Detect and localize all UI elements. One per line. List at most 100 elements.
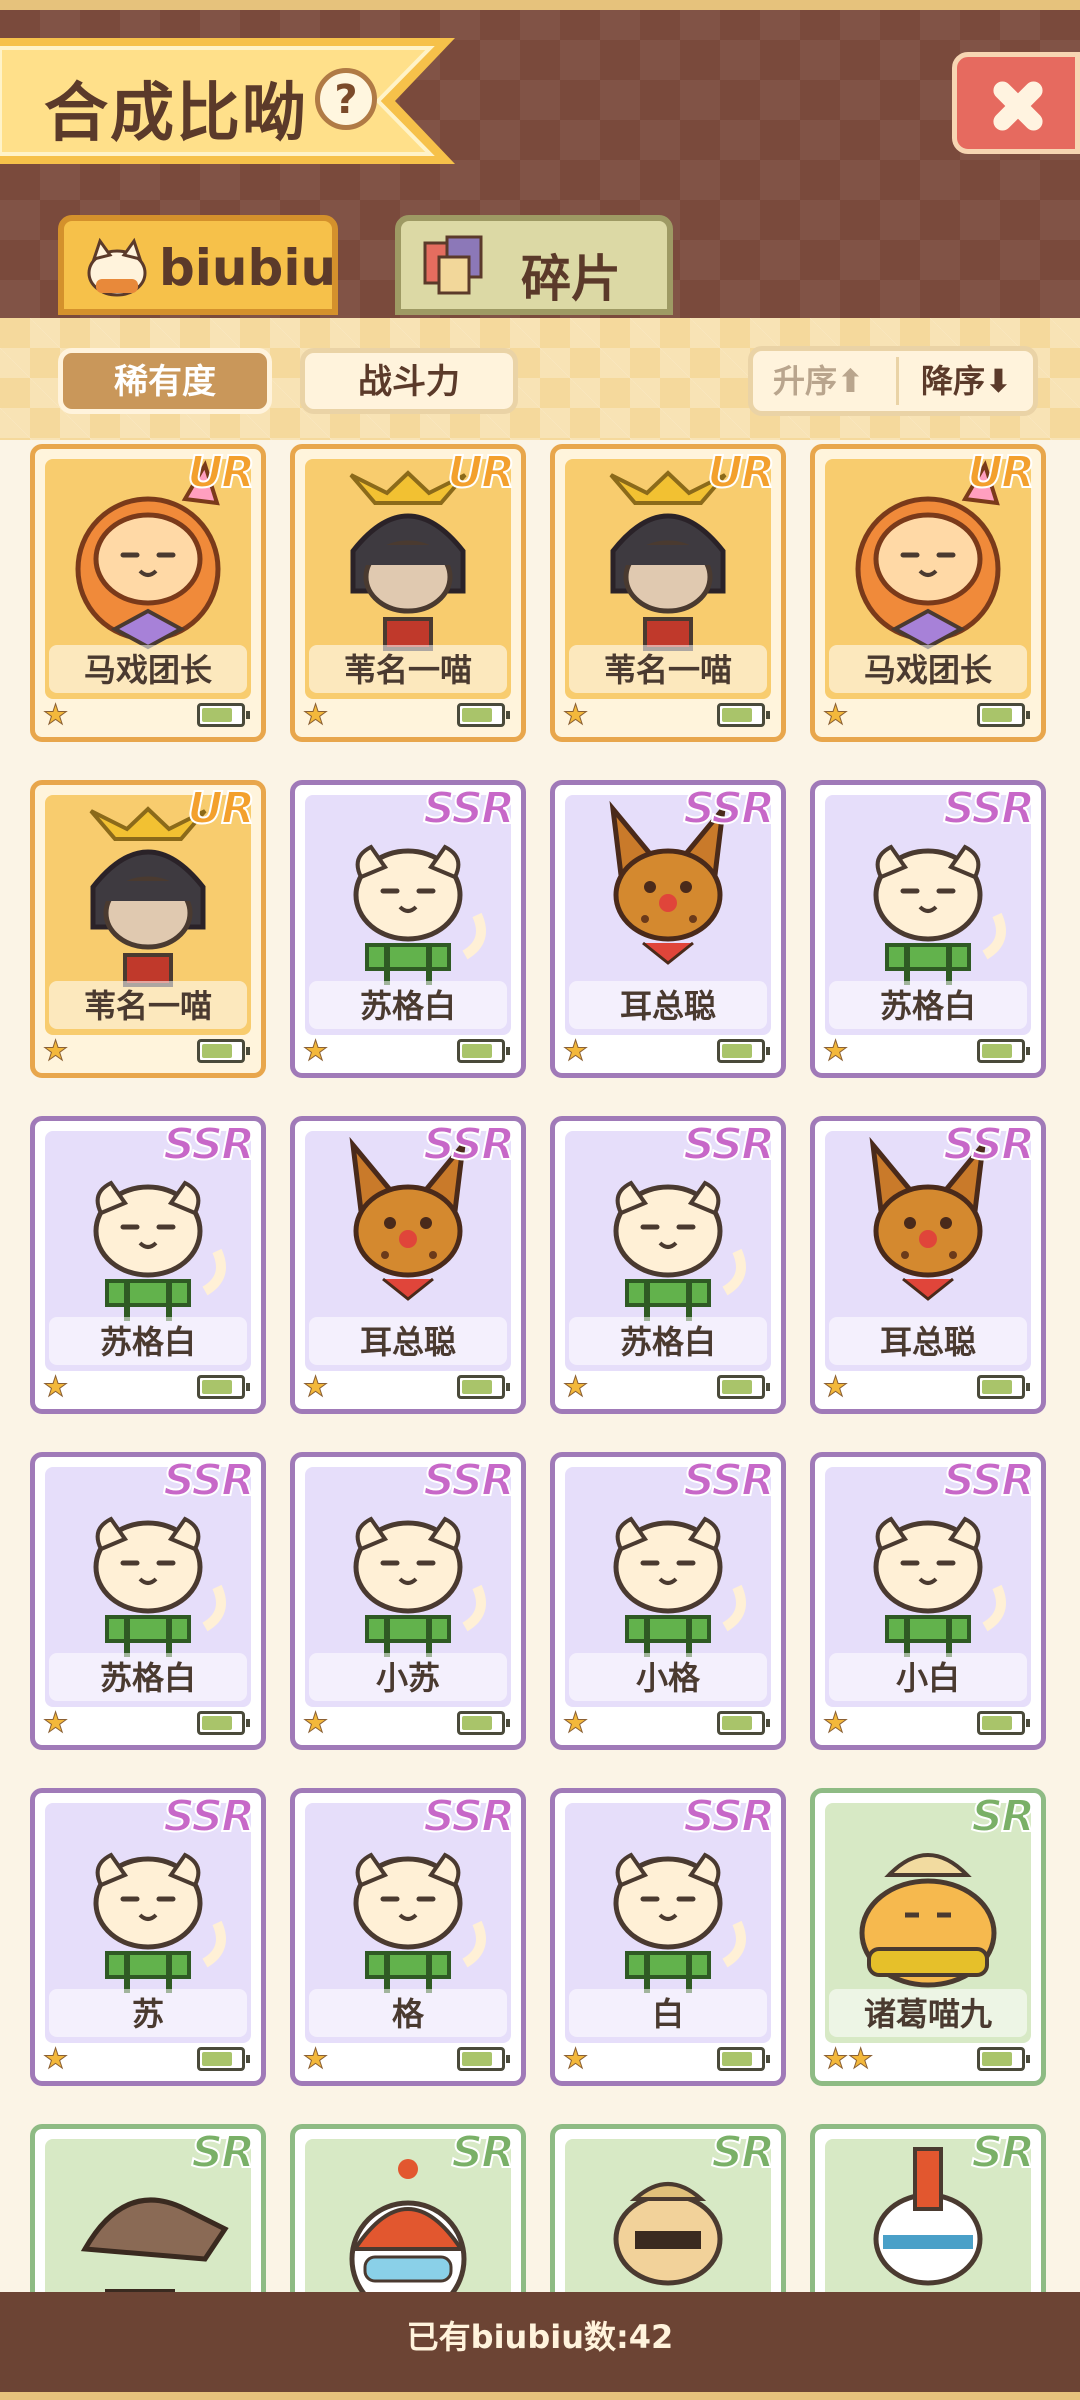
rarity-badge: UR xyxy=(186,446,256,499)
character-card[interactable]: SSR 苏格白 ★ xyxy=(290,780,526,1078)
character-name: 小苏 xyxy=(375,1659,440,1697)
character-name: 苇名一喵 xyxy=(603,651,732,689)
character-card[interactable]: SSR 耳总聪 ★ xyxy=(550,780,786,1078)
star-icon: ★ xyxy=(302,1034,329,1068)
rarity-badge: SR xyxy=(970,2126,1036,2179)
header-trim xyxy=(0,0,1080,10)
character-name: 小格 xyxy=(635,1659,700,1697)
biubiu-count: 已有biubiu数:42 xyxy=(406,2318,674,2356)
battery-icon xyxy=(717,1711,770,1735)
battery-icon xyxy=(977,1039,1030,1063)
sort-rarity-button[interactable]: 稀有度 xyxy=(58,348,272,414)
character-card[interactable]: SSR 小苏 ★ xyxy=(290,1452,526,1750)
rarity-badge: SSR xyxy=(682,1790,776,1843)
rarity-badge: UR xyxy=(186,782,256,835)
character-card[interactable]: SR★ xyxy=(550,2124,786,2292)
battery-icon xyxy=(197,1039,250,1063)
battery-fill xyxy=(982,708,1012,722)
battery-icon xyxy=(457,2047,510,2071)
rarity-badge: SSR xyxy=(422,1454,516,1507)
battery-icon xyxy=(977,1375,1030,1399)
battery-icon xyxy=(717,2047,770,2071)
rarity-badge: SSR xyxy=(422,1790,516,1843)
character-card[interactable]: UR 苇名一喵 ★ xyxy=(30,780,266,1078)
battery-icon xyxy=(977,2047,1030,2071)
character-name: 苇名一喵 xyxy=(343,651,472,689)
sort-divider xyxy=(896,357,899,405)
character-card[interactable]: SSR 小白 ★ xyxy=(810,1452,1046,1750)
battery-icon xyxy=(977,703,1030,727)
star-icon: ★ xyxy=(302,2042,329,2076)
character-card[interactable]: SSR 耳总聪 ★ xyxy=(290,1116,526,1414)
star-icon: ★ xyxy=(562,1034,589,1068)
battery-fill xyxy=(462,1044,492,1058)
character-card[interactable]: SSR 苏格白 ★ xyxy=(810,780,1046,1078)
rarity-badge: SR xyxy=(450,2126,516,2179)
star-icon: ★ xyxy=(562,1706,589,1740)
character-card[interactable]: UR 苇名一喵 ★ xyxy=(290,444,526,742)
close-button[interactable] xyxy=(952,52,1080,154)
card-grid[interactable]: UR 马戏团长 ★ UR 苇名一喵 ★ UR 苇名一喵 ★ UR 马戏团长 ★ UR 苇名一喵 ★ xyxy=(0,440,1080,2292)
character-name: 耳总聪 xyxy=(359,1323,456,1361)
character-card[interactable]: UR 苇名一喵 ★ xyxy=(550,444,786,742)
descending-button[interactable]: 降序⬇ xyxy=(921,351,1012,411)
ascending-button[interactable]: 升序⬆ xyxy=(773,351,864,411)
character-card[interactable]: SR★ xyxy=(30,2124,266,2292)
battery-fill xyxy=(722,1380,752,1394)
battery-fill xyxy=(722,1716,752,1730)
rarity-badge: SR xyxy=(710,2126,776,2179)
character-card[interactable]: UR 马戏团长 ★ xyxy=(30,444,266,742)
help-button[interactable]: ? xyxy=(315,68,377,130)
star-icon: ★ xyxy=(42,2042,69,2076)
battery-fill xyxy=(722,2052,752,2066)
character-card[interactable]: SSR 小格 ★ xyxy=(550,1452,786,1750)
battery-icon xyxy=(457,703,510,727)
character-name: 苇名一喵 xyxy=(83,987,212,1025)
rarity-badge: UR xyxy=(706,446,776,499)
rarity-badge: SSR xyxy=(162,1118,256,1171)
battery-icon xyxy=(457,1039,510,1063)
star-icon: ★ xyxy=(822,1034,849,1068)
tab-fragments-label: 碎片 xyxy=(521,250,621,308)
character-card[interactable]: SSR 格 ★ xyxy=(290,1788,526,2086)
star-icon: ★ xyxy=(822,698,849,732)
battery-fill xyxy=(722,1044,752,1058)
character-card[interactable]: SR 诸葛喵九 ★★ xyxy=(810,1788,1046,2086)
tab-biubiu[interactable]: biubiu xyxy=(58,215,338,315)
battery-fill xyxy=(982,2052,1012,2066)
rarity-badge: SR xyxy=(970,1790,1036,1843)
character-name: 苏格白 xyxy=(619,1323,716,1361)
battery-icon xyxy=(197,1375,250,1399)
character-name: 格 xyxy=(391,1995,424,2033)
battery-fill xyxy=(202,708,232,722)
character-name: 苏格白 xyxy=(99,1659,196,1697)
battery-fill xyxy=(982,1044,1012,1058)
character-card[interactable]: SR★ xyxy=(810,2124,1046,2292)
character-name: 耳总聪 xyxy=(879,1323,976,1361)
character-name: 白 xyxy=(651,1995,684,2033)
battery-fill xyxy=(462,1380,492,1394)
rarity-badge: SSR xyxy=(942,1118,1036,1171)
character-card[interactable]: SSR 白 ★ xyxy=(550,1788,786,2086)
star-icon: ★ xyxy=(302,1370,329,1404)
star-icon: ★ xyxy=(302,698,329,732)
character-card[interactable]: SSR 苏格白 ★ xyxy=(550,1116,786,1414)
star-icon: ★ xyxy=(562,1370,589,1404)
star-icon: ★ xyxy=(42,1706,69,1740)
battery-icon xyxy=(717,703,770,727)
star-icon: ★ xyxy=(42,1034,69,1068)
star-icon: ★ xyxy=(42,698,69,732)
character-card[interactable]: SSR 苏格白 ★ xyxy=(30,1116,266,1414)
character-card[interactable]: SSR 耳总聪 ★ xyxy=(810,1116,1046,1414)
character-card[interactable]: SR★ xyxy=(290,2124,526,2292)
character-name: 苏 xyxy=(131,1995,164,2033)
battery-icon xyxy=(197,2047,250,2071)
character-card[interactable]: UR 马戏团长 ★ xyxy=(810,444,1046,742)
star-icon: ★ xyxy=(562,698,589,732)
sort-power-button[interactable]: 战斗力 xyxy=(300,348,518,414)
battery-icon xyxy=(457,1711,510,1735)
character-card[interactable]: SSR 苏格白 ★ xyxy=(30,1452,266,1750)
tab-fragments[interactable]: 碎片 xyxy=(395,215,673,315)
character-card[interactable]: SSR 苏 ★ xyxy=(30,1788,266,2086)
battery-icon xyxy=(197,1711,250,1735)
